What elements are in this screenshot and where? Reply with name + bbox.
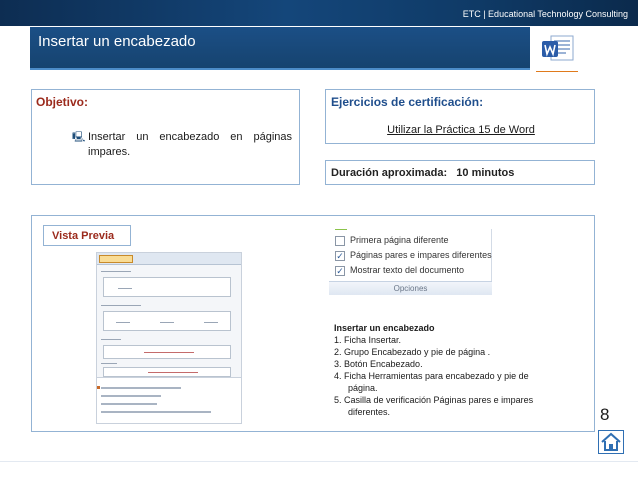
step-item: 1. Ficha Insertar. xyxy=(334,335,402,345)
step-item: 4. Ficha Herramientas para encabezado y … xyxy=(334,371,529,393)
practice-link[interactable]: Utilizar la Práctica 15 de Word xyxy=(326,124,596,136)
steps-title: Insertar un encabezado xyxy=(334,323,435,333)
top-banner: ETC | Educational Technology Consulting xyxy=(0,0,638,26)
duracion-box: Duración aproximada: 10 minutos xyxy=(325,160,595,185)
screenshot-header-button xyxy=(99,255,133,263)
screenshot-thumb xyxy=(103,345,231,359)
steps-list: Insertar un encabezado 1. Ficha Insertar… xyxy=(334,322,534,418)
brand-text: ETC | Educational Technology Consulting xyxy=(462,9,628,19)
screenshot-text-line xyxy=(204,322,218,323)
screenshot-menu-row xyxy=(101,411,211,413)
screenshot-thumb xyxy=(103,277,231,297)
checkbox-mostrar[interactable]: ✓ xyxy=(335,266,345,276)
screenshot-text-line xyxy=(160,322,174,323)
logo-underline xyxy=(536,71,578,72)
footer-bar xyxy=(0,461,638,479)
objetivo-item: Insertar un encabezado en páginas impare… xyxy=(88,131,292,158)
objetivo-box: Objetivo: 🖳 Insertar un encabezado en pá… xyxy=(31,89,300,185)
vista-previa-label: Vista Previa xyxy=(52,230,115,242)
options-panel: Primera página diferente ✓ Páginas pares… xyxy=(329,229,492,295)
screenshot-thumb xyxy=(103,367,231,377)
step-item: 3. Botón Encabezado. xyxy=(334,359,423,369)
page-title: Insertar un encabezado xyxy=(38,33,196,50)
screenshot-text-line xyxy=(101,271,131,272)
screenshot-text-line xyxy=(148,372,198,373)
option-label: Primera página diferente xyxy=(350,235,449,245)
computer-bullet-icon: 🖳 xyxy=(72,132,86,143)
option-label: Páginas pares e impares diferentes xyxy=(350,250,492,260)
vista-previa-tab: Vista Previa xyxy=(43,225,131,246)
title-bar: Insertar un encabezado xyxy=(30,27,530,70)
ejercicios-box: Ejercicios de certificación: Utilizar la… xyxy=(325,89,595,144)
checkbox-pares[interactable]: ✓ xyxy=(335,251,345,261)
screenshot-menu-row xyxy=(101,403,157,405)
screenshot-text-line xyxy=(144,352,194,353)
objetivo-label: Objetivo: xyxy=(36,95,89,109)
screenshot-menu xyxy=(97,377,241,423)
screenshot-text-line xyxy=(101,305,141,306)
screenshot-text-line xyxy=(118,288,132,289)
screenshot-text-line xyxy=(101,363,117,364)
duracion-label: Duración aproximada: 10 minutos xyxy=(331,167,515,179)
panel-accent xyxy=(335,229,347,230)
screenshot-text-line xyxy=(116,322,130,323)
screenshot-menu-row xyxy=(97,386,181,389)
options-footer-label: Opciones xyxy=(393,284,428,293)
header-gallery-screenshot xyxy=(96,252,242,424)
page-number: 8 xyxy=(600,405,610,424)
screenshot-text-line xyxy=(101,339,121,340)
screenshot-menu-row xyxy=(101,395,161,397)
checkbox-primera[interactable] xyxy=(335,236,345,246)
word-logo-icon xyxy=(542,35,574,61)
screenshot-thumb xyxy=(103,311,231,331)
ejercicios-label: Ejercicios de certificación: xyxy=(331,95,484,109)
step-item: 5. Casilla de verificación Páginas pares… xyxy=(334,395,534,417)
option-label: Mostrar texto del documento xyxy=(350,265,465,275)
home-icon[interactable] xyxy=(598,430,624,454)
screenshot-toolbar xyxy=(97,253,241,265)
options-footer: Opciones xyxy=(329,281,492,295)
step-item: 2. Grupo Encabezado y pie de página . xyxy=(334,347,491,357)
